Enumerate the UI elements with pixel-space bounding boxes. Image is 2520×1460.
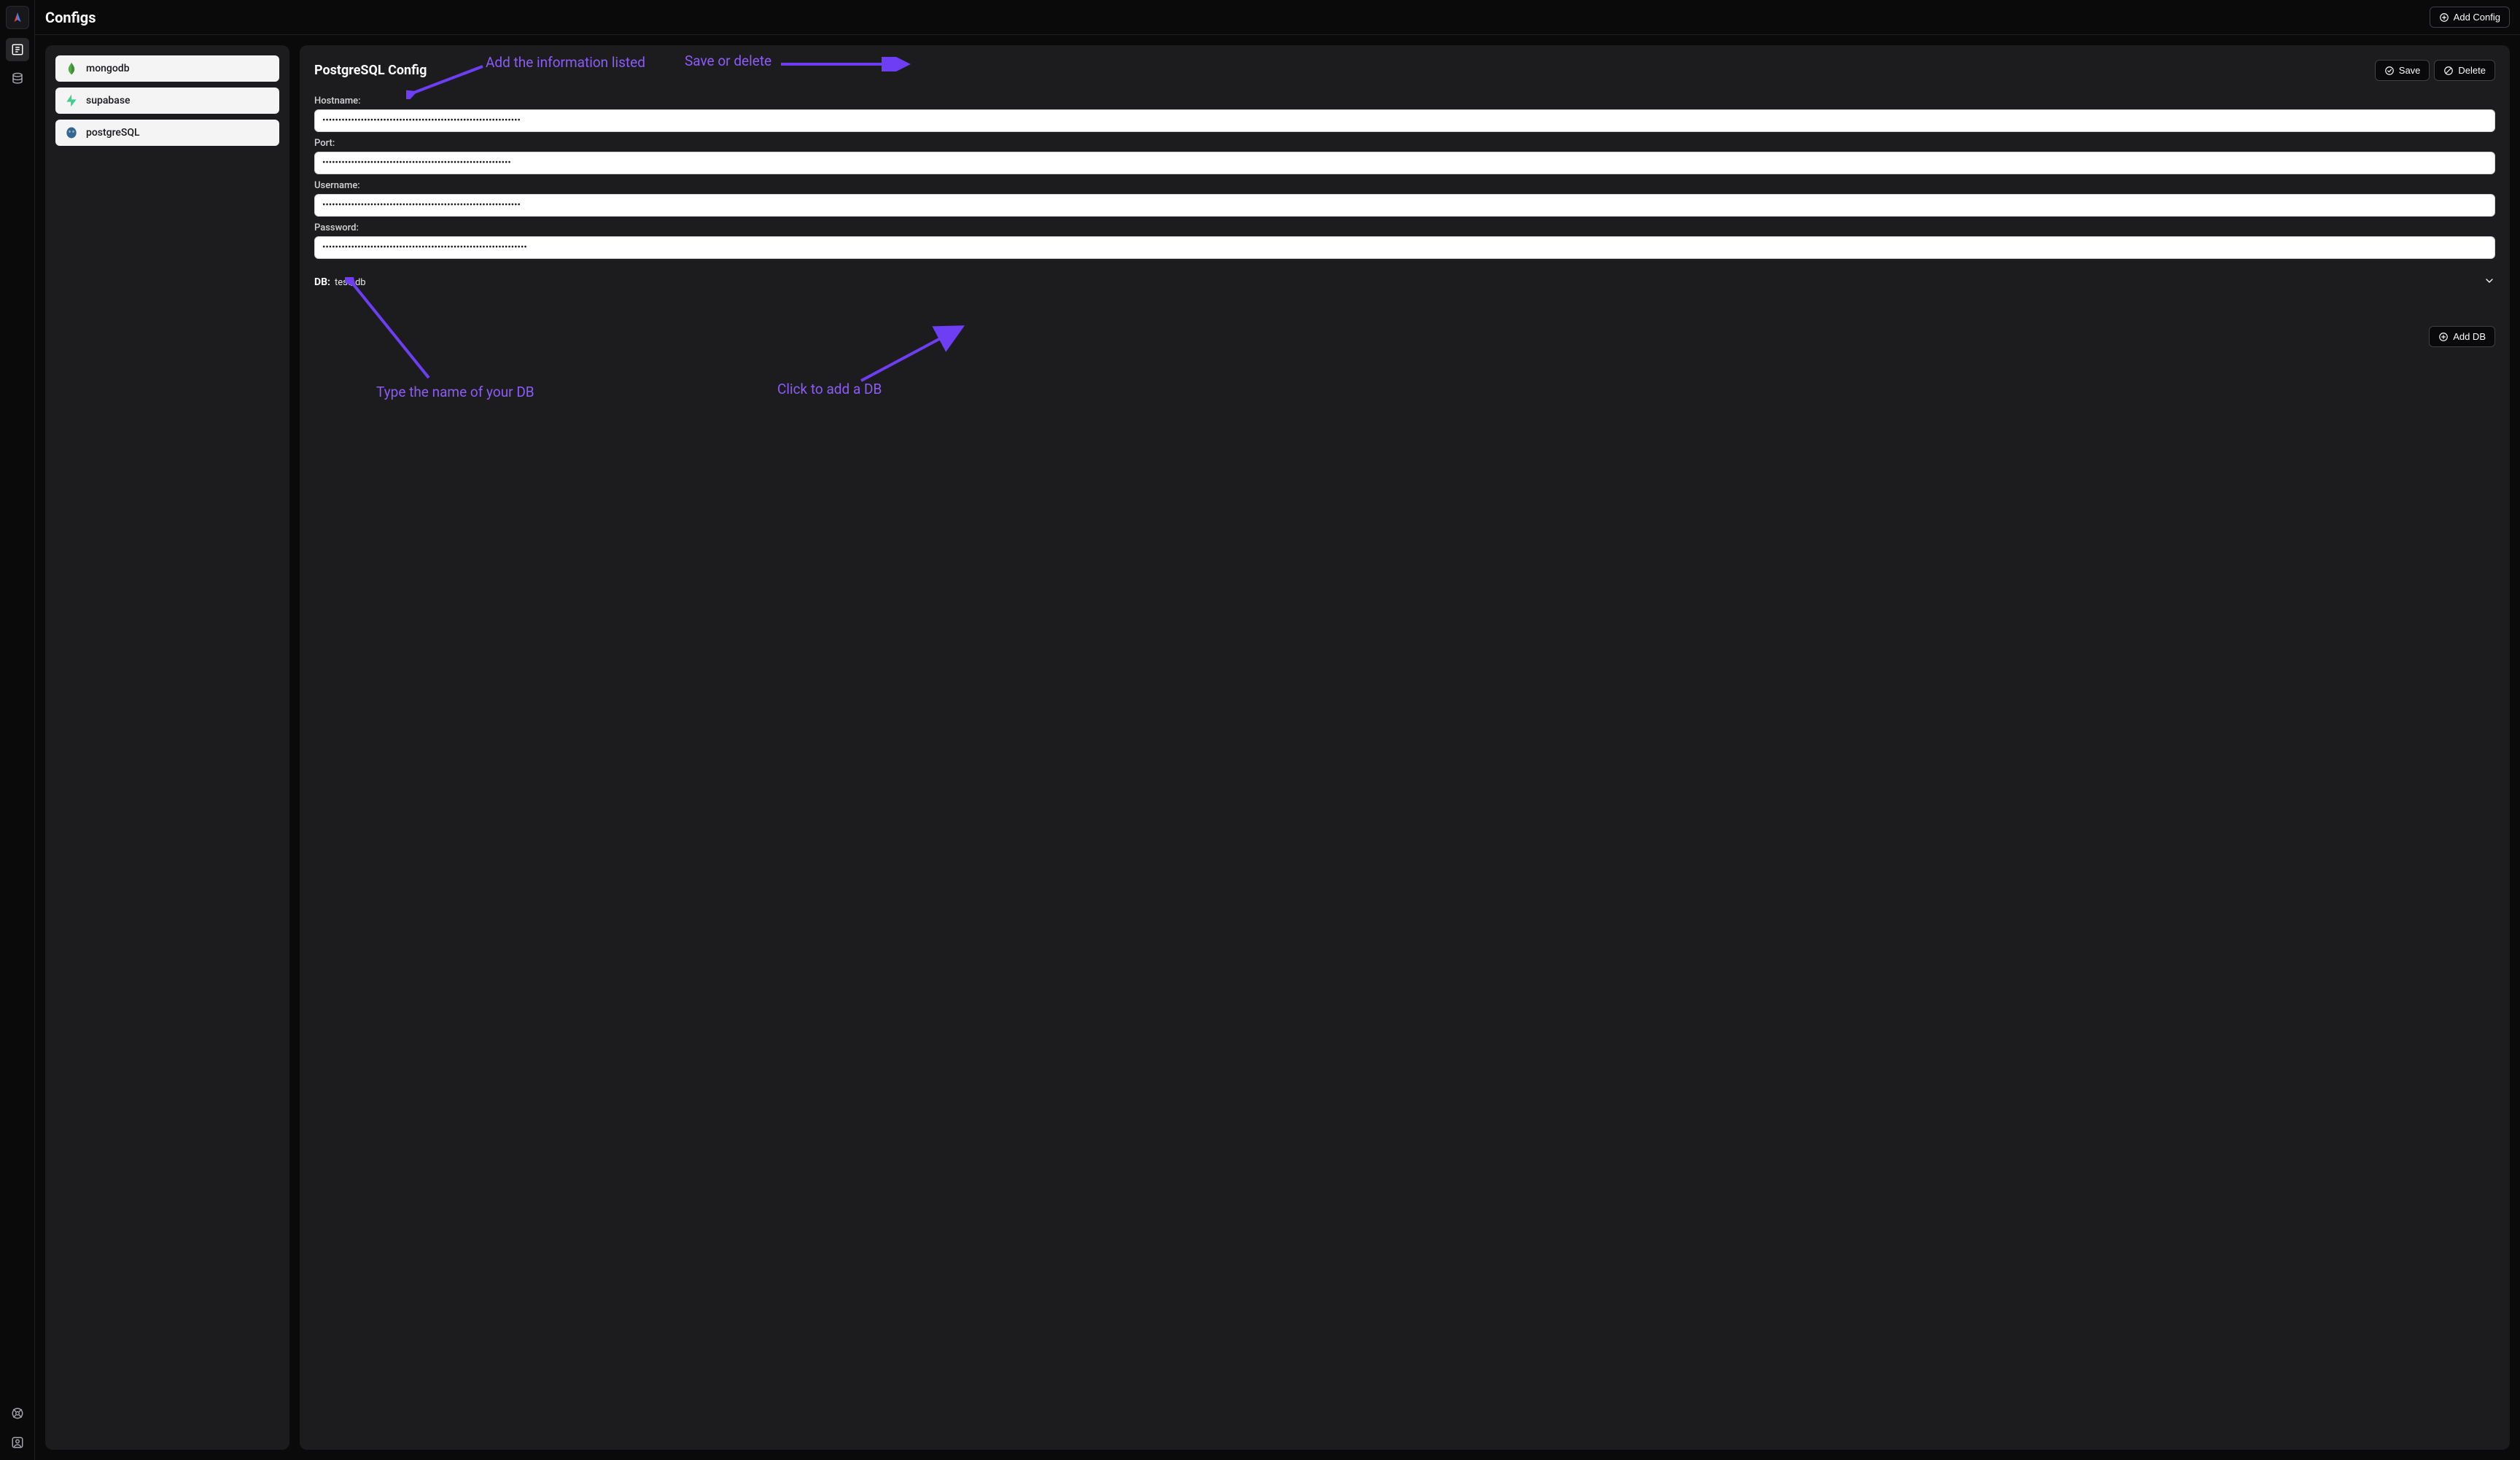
nav-database[interactable] [6,67,29,90]
annotation-add-db: Click to add a DB [777,381,882,397]
save-button[interactable]: Save [2375,60,2430,81]
nav-help[interactable] [6,1402,29,1425]
config-item-label: supabase [86,95,131,106]
delete-label: Delete [2458,65,2486,76]
mongodb-icon [64,61,79,76]
config-detail-panel: PostgreSQL Config Save Delete Hostname: [300,45,2510,1450]
chevron-down-icon [2484,275,2495,290]
add-db-button[interactable]: Add DB [2429,326,2495,347]
hostname-input[interactable] [314,109,2495,132]
db-accordion-header[interactable]: DB: test_db [314,265,2495,294]
annotation-db: Type the name of your DB [376,384,534,400]
password-input[interactable] [314,236,2495,259]
app-logo[interactable] [6,6,29,29]
config-item-postgresql[interactable]: postgreSQL [55,120,279,146]
topbar: Configs Add Config [35,0,2520,35]
slash-circle-icon [2443,66,2454,76]
save-label: Save [2399,65,2421,76]
postgresql-icon [64,125,79,140]
page-title: Configs [45,9,96,26]
port-label: Port: [314,138,2495,149]
supabase-icon [64,93,79,108]
password-label: Password: [314,222,2495,233]
add-db-label: Add DB [2453,331,2486,342]
delete-button[interactable]: Delete [2434,60,2495,81]
config-list-panel: mongodb supabase postgreSQL [45,45,289,1450]
plus-circle-icon [2439,12,2449,23]
nav-rail [0,0,35,1460]
username-input[interactable] [314,194,2495,217]
db-prefix: DB: [314,276,330,288]
username-label: Username: [314,180,2495,191]
nav-configs[interactable] [6,38,29,61]
detail-title: PostgreSQL Config [314,63,427,78]
hostname-label: Hostname: [314,96,2495,106]
port-input[interactable] [314,152,2495,174]
add-config-button[interactable]: Add Config [2430,7,2510,28]
nav-account[interactable] [6,1431,29,1454]
config-item-label: mongodb [86,63,130,74]
config-item-label: postgreSQL [86,127,140,139]
plus-circle-icon [2438,332,2449,342]
add-config-label: Add Config [2454,12,2500,23]
config-item-mongodb[interactable]: mongodb [55,55,279,82]
config-item-supabase[interactable]: supabase [55,88,279,114]
db-name: test_db [335,277,366,288]
check-circle-icon [2384,66,2395,76]
